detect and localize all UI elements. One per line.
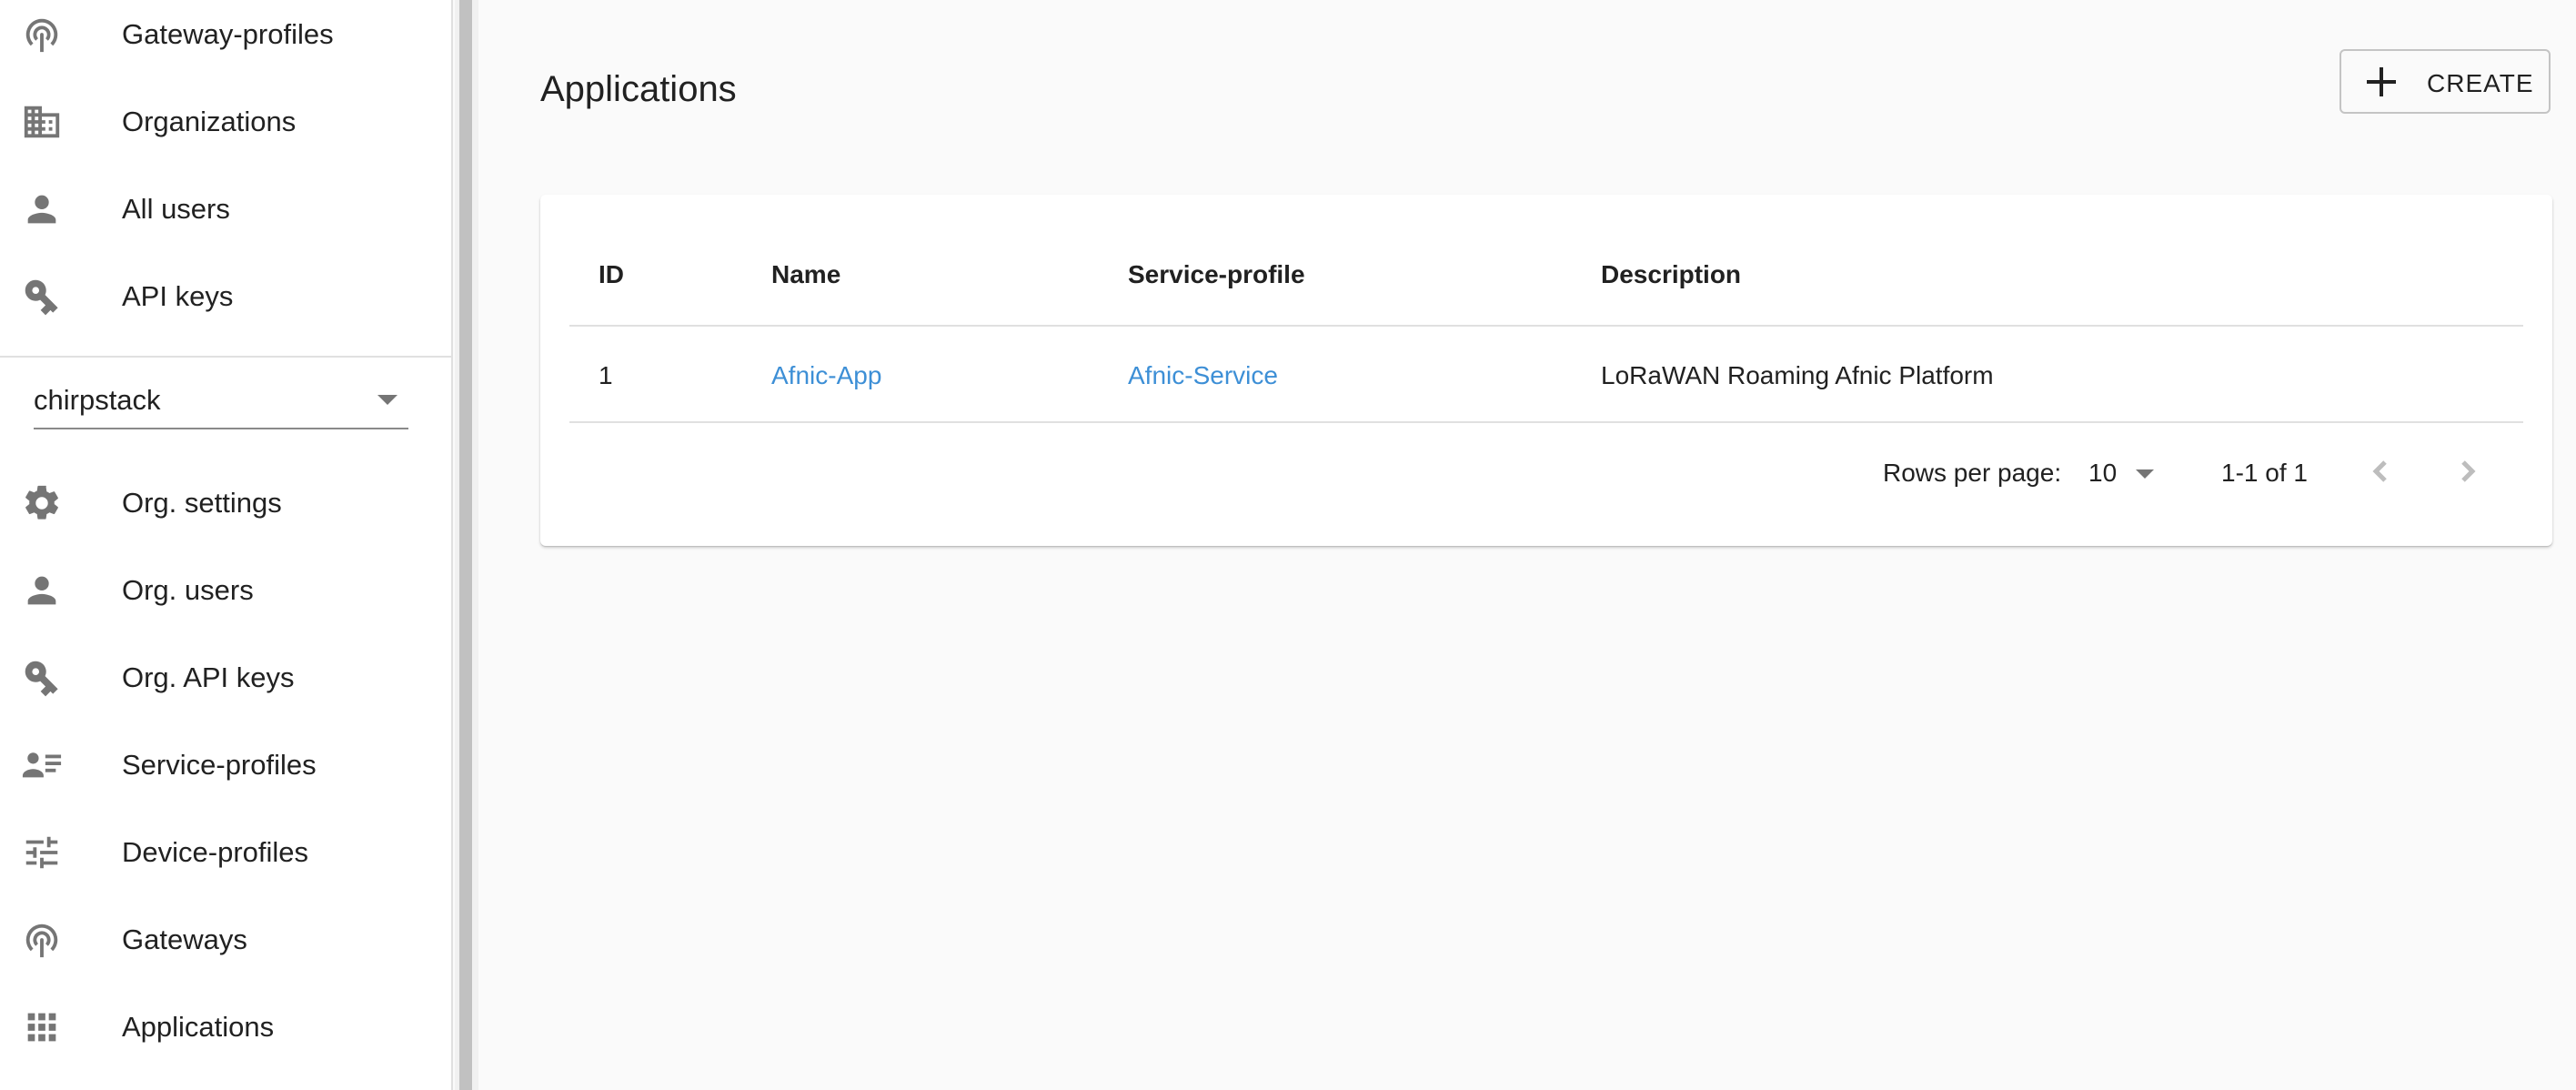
chevron-right-icon	[2461, 460, 2476, 482]
apps-grid-icon	[20, 1005, 64, 1049]
gear-icon	[20, 481, 64, 525]
rows-per-page-select[interactable]: 10	[2088, 449, 2170, 495]
sidebar-item-service-profiles[interactable]: Service-profiles	[0, 722, 451, 809]
key-icon	[20, 275, 64, 318]
chevron-down-icon	[2136, 469, 2154, 479]
sidebar-item-applications[interactable]: Applications	[0, 984, 451, 1071]
pagination-range: 1-1 of 1	[2221, 459, 2308, 487]
previous-page-button[interactable]	[2359, 449, 2402, 493]
sidebar-item-organizations[interactable]: Organizations	[0, 78, 451, 166]
sidebar-item-all-users[interactable]: All users	[0, 166, 451, 253]
gateway-icon	[20, 13, 64, 56]
sidebar-item-label: Org. settings	[122, 487, 282, 519]
building-icon	[20, 100, 64, 144]
sidebar-item-label: Organizations	[122, 106, 297, 137]
sidebar-item-label: Applications	[122, 1011, 275, 1043]
sidebar: Gateway-profiles Organizations All users…	[0, 0, 453, 1090]
plus-icon	[2367, 67, 2396, 96]
row-divider	[569, 421, 2523, 423]
column-header-name: Name	[771, 260, 841, 288]
sidebar-item-label: API keys	[122, 280, 234, 312]
sidebar-item-label: Org. users	[122, 574, 254, 606]
sidebar-item-org-api-keys[interactable]: Org. API keys	[0, 634, 451, 722]
rows-per-page-value: 10	[2088, 459, 2118, 487]
service-profile-link[interactable]: Afnic-Service	[1128, 361, 1278, 390]
header-divider	[569, 325, 2523, 327]
sidebar-item-label: Gateway-profiles	[122, 18, 334, 50]
organization-select-value: chirpstack	[34, 384, 161, 416]
sidebar-item-api-keys[interactable]: API keys	[0, 253, 451, 340]
application-name-link[interactable]: Afnic-App	[771, 361, 881, 390]
applications-table-card: ID Name Service-profile Description 1 Af…	[540, 195, 2552, 546]
column-header-id: ID	[599, 260, 624, 288]
sidebar-item-label: Org. API keys	[122, 661, 295, 693]
sidebar-scrollbar-thumb[interactable]	[459, 0, 472, 1090]
sidebar-item-gateways[interactable]: Gateways	[0, 896, 451, 984]
sidebar-item-gateway-profiles[interactable]: Gateway-profiles	[0, 0, 451, 78]
sidebar-item-label: Service-profiles	[122, 749, 317, 781]
column-header-description: Description	[1601, 260, 1742, 288]
chevron-left-icon	[2372, 460, 2387, 482]
gateway-icon	[20, 918, 64, 962]
cell-id: 1	[599, 361, 613, 389]
cell-description: LoRaWAN Roaming Afnic Platform	[1601, 361, 1994, 389]
person-icon	[20, 569, 64, 612]
sidebar-item-label: Device-profiles	[122, 836, 309, 868]
create-button[interactable]: CREATE	[2340, 49, 2551, 114]
organization-select[interactable]: chirpstack	[34, 375, 408, 429]
chevron-down-icon	[377, 395, 397, 405]
create-button-label: CREATE	[2427, 69, 2534, 97]
sidebar-divider	[0, 356, 451, 358]
sidebar-item-org-users[interactable]: Org. users	[0, 547, 451, 634]
sidebar-item-device-profiles[interactable]: Device-profiles	[0, 809, 451, 896]
page-title: Applications	[540, 69, 737, 109]
sliders-icon	[20, 831, 64, 874]
next-page-button[interactable]	[2446, 449, 2490, 493]
contact-list-icon	[20, 743, 64, 787]
sidebar-item-label: All users	[122, 193, 230, 225]
person-icon	[20, 187, 64, 231]
sidebar-item-org-settings[interactable]: Org. settings	[0, 459, 451, 547]
column-header-service-profile: Service-profile	[1128, 260, 1305, 288]
rows-per-page-label: Rows per page:	[1883, 459, 2062, 487]
sidebar-item-label: Gateways	[122, 923, 247, 955]
key-icon	[20, 656, 64, 700]
